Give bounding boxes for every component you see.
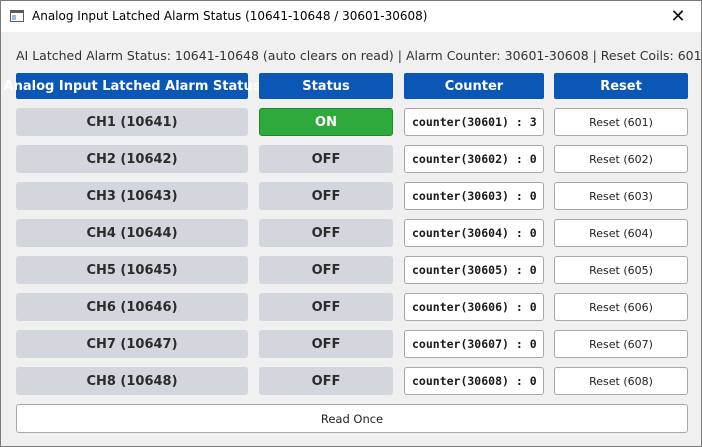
reset-button[interactable]: Reset (605) (554, 256, 688, 284)
reset-button[interactable]: Reset (603) (554, 182, 688, 210)
status-indicator: OFF (259, 293, 393, 321)
status-indicator: OFF (259, 367, 393, 395)
counter-field[interactable]: counter(30606) : 0 (404, 293, 544, 321)
counter-field[interactable]: counter(30603) : 0 (404, 182, 544, 210)
header-counter: Counter (404, 73, 544, 99)
counter-field[interactable]: counter(30604) : 0 (404, 219, 544, 247)
counter-field[interactable]: counter(30608) : 0 (404, 367, 544, 395)
reset-button[interactable]: Reset (607) (554, 330, 688, 358)
alarm-status-window: Analog Input Latched Alarm Status (10641… (0, 0, 702, 447)
channel-label: CH3 (10643) (16, 182, 248, 210)
status-indicator: OFF (259, 219, 393, 247)
reset-button[interactable]: Reset (604) (554, 219, 688, 247)
header-reset: Reset (554, 73, 688, 99)
close-button[interactable]: ✕ (655, 1, 701, 32)
channel-label: CH5 (10645) (16, 256, 248, 284)
read-once-button[interactable]: Read Once (16, 404, 688, 433)
channel-label: CH7 (10647) (16, 330, 248, 358)
status-indicator: ON (259, 108, 393, 136)
channel-label: CH2 (10642) (16, 145, 248, 173)
status-summary-line: AI Latched Alarm Status: 10641-10648 (au… (16, 48, 702, 63)
header-status: Status (259, 73, 393, 99)
app-window-icon (10, 10, 24, 22)
status-indicator: OFF (259, 330, 393, 358)
reset-button[interactable]: Reset (606) (554, 293, 688, 321)
reset-button[interactable]: Reset (601) (554, 108, 688, 136)
status-indicator: OFF (259, 145, 393, 173)
channel-label: CH4 (10644) (16, 219, 248, 247)
header-channel: Analog Input Latched Alarm Status (4, 73, 260, 99)
channel-label: CH6 (10646) (16, 293, 248, 321)
channel-label: CH1 (10641) (16, 108, 248, 136)
title-bar: Analog Input Latched Alarm Status (10641… (1, 1, 701, 32)
counter-field[interactable]: counter(30605) : 0 (404, 256, 544, 284)
counter-field[interactable]: counter(30601) : 3 (404, 108, 544, 136)
status-indicator: OFF (259, 256, 393, 284)
counter-field[interactable]: counter(30602) : 0 (404, 145, 544, 173)
channel-label: CH8 (10648) (16, 367, 248, 395)
reset-button[interactable]: Reset (602) (554, 145, 688, 173)
status-indicator: OFF (259, 182, 393, 210)
window-title: Analog Input Latched Alarm Status (10641… (32, 9, 428, 23)
counter-field[interactable]: counter(30607) : 0 (404, 330, 544, 358)
reset-button[interactable]: Reset (608) (554, 367, 688, 395)
